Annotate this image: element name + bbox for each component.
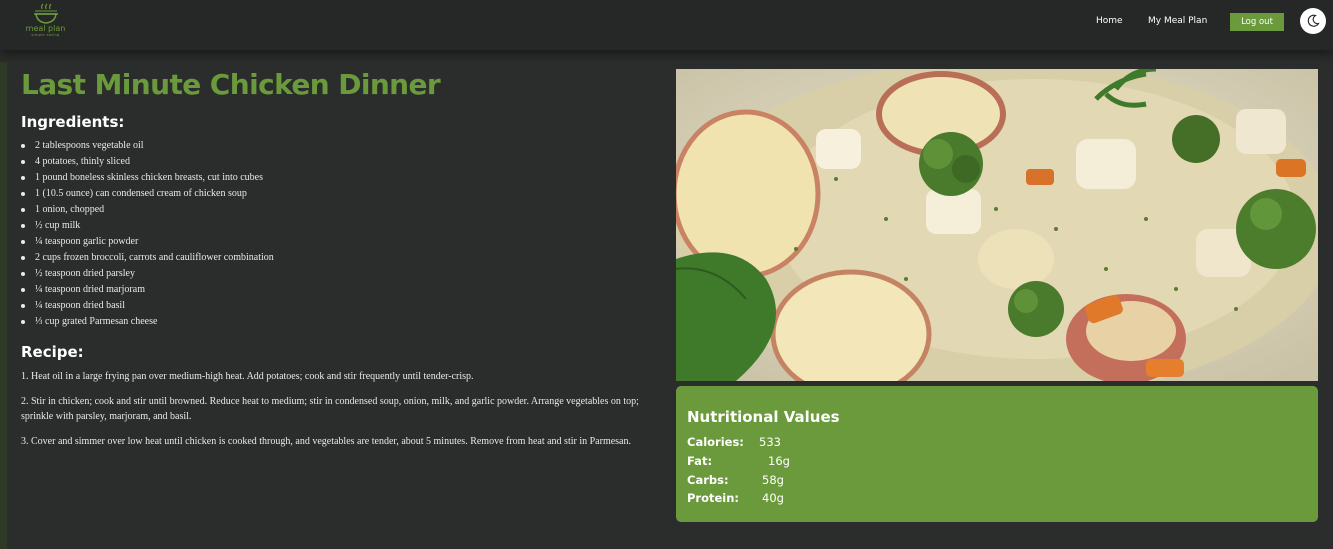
ingredient-item: ½ cup milk xyxy=(21,220,661,236)
nutrition-value: 16g xyxy=(768,454,790,468)
nutrition-label: Fat: xyxy=(687,454,713,468)
ingredient-item: 2 tablespoons vegetable oil xyxy=(21,140,661,156)
nutrition-label: Carbs: xyxy=(687,473,729,487)
ingredients-list: 2 tablespoons vegetable oil 4 potatoes, … xyxy=(21,140,661,332)
moon-icon xyxy=(1307,14,1320,27)
recipe-step: 3. Cover and simmer over low heat until … xyxy=(21,435,631,447)
recipe-step: 1. Heat oil in a large frying pan over m… xyxy=(21,371,474,382)
nutrition-row-calories: Calories: 533 xyxy=(687,435,781,449)
dish-photo xyxy=(676,69,1318,381)
ingredient-item: ⅓ cup grated Parmesan cheese xyxy=(21,316,661,332)
bowl-icon xyxy=(33,3,58,24)
ingredient-item: ½ teaspoon dried parsley xyxy=(21,268,661,284)
nutrition-heading: Nutritional Values xyxy=(687,408,840,426)
ingredient-item: 1 pound boneless skinless chicken breast… xyxy=(21,172,661,188)
ingredient-item: 4 potatoes, thinly sliced xyxy=(21,156,661,172)
recipe-heading: Recipe: xyxy=(21,343,84,361)
nutrition-value: 533 xyxy=(759,435,781,449)
ingredient-item: ¼ teaspoon garlic powder xyxy=(21,236,661,252)
logout-button[interactable]: Log out xyxy=(1230,13,1284,31)
navbar: meal plan simple eating Home My Meal Pla… xyxy=(0,0,1333,50)
nav-home-link[interactable]: Home xyxy=(1096,16,1123,26)
brand-logo[interactable]: meal plan simple eating xyxy=(18,3,73,47)
ingredient-item: 2 cups frozen broccoli, carrots and caul… xyxy=(21,252,661,268)
nutrition-row-carbs: Carbs: 58g xyxy=(687,473,784,487)
nutrition-label: Protein: xyxy=(687,491,740,505)
left-accent-bar xyxy=(0,62,7,549)
nutrition-value: 40g xyxy=(762,491,784,505)
brand-name: meal plan xyxy=(25,24,66,33)
recipe-title: Last Minute Chicken Dinner xyxy=(21,68,441,101)
ingredient-item: ¼ teaspoon dried basil xyxy=(21,300,661,316)
theme-toggle-button[interactable] xyxy=(1300,8,1326,34)
brand-tagline: simple eating xyxy=(31,33,60,37)
nav-my-meal-plan-link[interactable]: My Meal Plan xyxy=(1148,16,1207,26)
nutrition-row-protein: Protein: 40g xyxy=(687,491,784,505)
nutrition-value: 58g xyxy=(762,473,784,487)
ingredient-item: 1 (10.5 ounce) can condensed cream of ch… xyxy=(21,188,661,204)
ingredients-heading: Ingredients: xyxy=(21,113,125,131)
ingredient-item: ¼ teaspoon dried marjoram xyxy=(21,284,661,300)
nutrition-row-fat: Fat: 16g xyxy=(687,454,790,468)
ingredient-item: 1 onion, chopped xyxy=(21,204,661,220)
nutrition-label: Calories: xyxy=(687,435,744,449)
dish-illustration xyxy=(676,69,1318,381)
nutrition-card: Nutritional Values Calories: 533 Fat: 16… xyxy=(676,386,1318,522)
recipe-step: 2. Stir in chicken; cook and stir until … xyxy=(21,395,639,423)
recipe-steps: 1. Heat oil in a large frying pan over m… xyxy=(21,369,666,458)
